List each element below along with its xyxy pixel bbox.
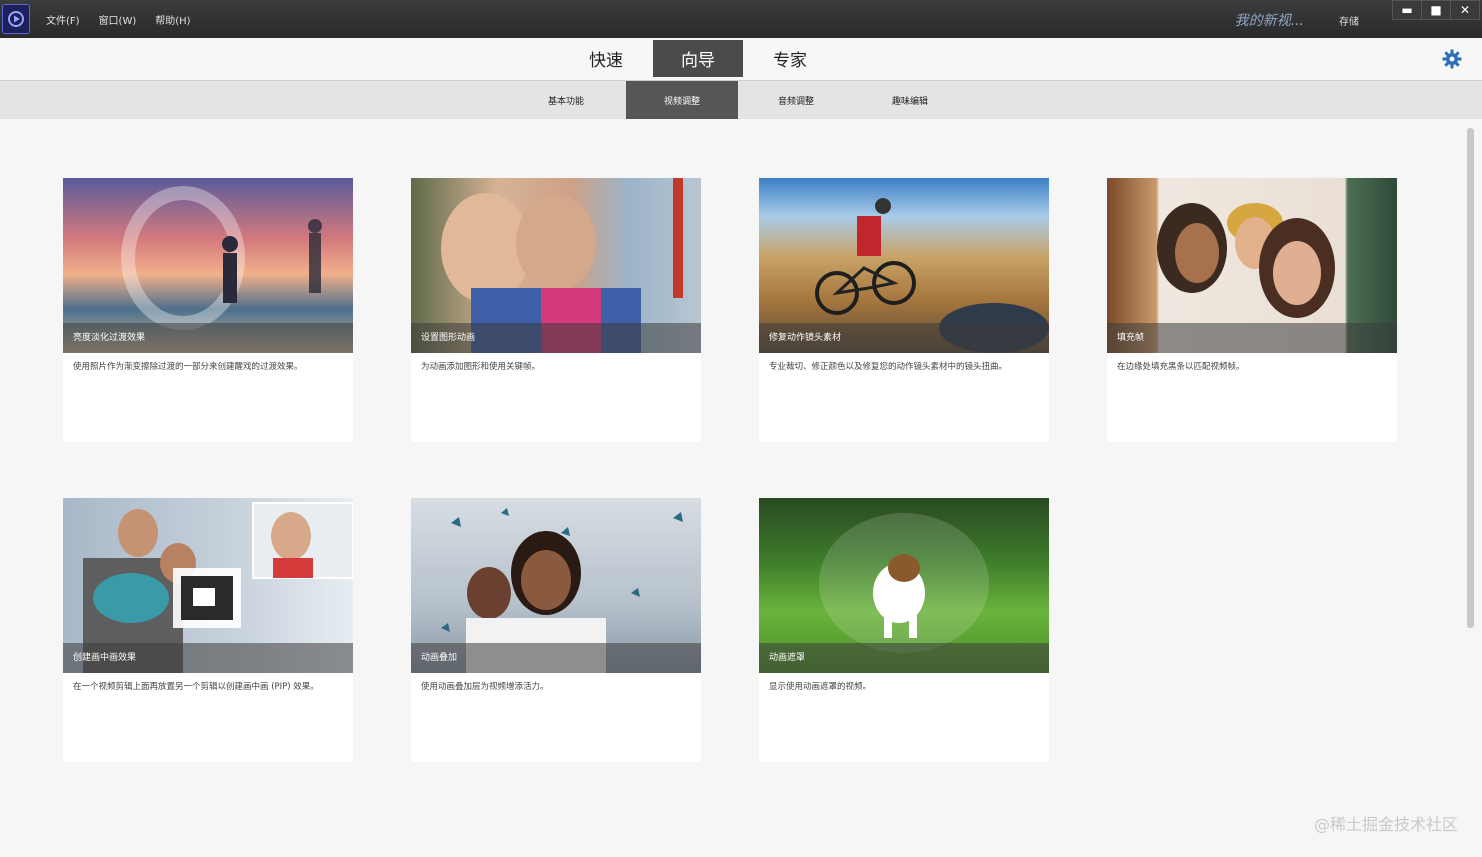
scrollbar[interactable] (1467, 128, 1474, 628)
card-description: 在一个视频剪辑上面再放置另一个剪辑以创建画中画 (PIP) 效果。 (73, 682, 319, 692)
save-button[interactable]: 存储 (1339, 13, 1359, 28)
watermark-text: @稀土掘金技术社区 (1313, 815, 1458, 834)
menu-bar: 文件(F) 窗口(W) 帮助(H) (46, 12, 210, 27)
maximize-button[interactable]: ■ (1421, 0, 1451, 20)
menu-window[interactable]: 窗口(W) (99, 12, 137, 27)
card-luma-fade[interactable]: 亮度淡化过渡效果 使用照片作为渐变擦除过渡的一部分来创建醒戏的过渡效果。 (63, 178, 353, 442)
subtab-audio-adjust[interactable]: 音频调整 (740, 81, 852, 119)
title-bar: 文件(F) 窗口(W) 帮助(H) 我的新视... 存储 ▬ ■ ✕ (0, 0, 1482, 38)
subtab-basic[interactable]: 基本功能 (510, 81, 622, 119)
card-description: 专业裁切、修正颜色以及修复您的动作镜头素材中的镜头扭曲。 (769, 362, 1008, 372)
menu-file[interactable]: 文件(F) (46, 12, 80, 27)
card-description: 使用照片作为渐变擦除过渡的一部分来创建醒戏的过渡效果。 (73, 362, 303, 372)
card-fill-frame[interactable]: 填充帧 在边缘处填充黑条以匹配视频帧。 (1107, 178, 1397, 442)
subtab-video-adjust[interactable]: 视频调整 (626, 81, 738, 119)
card-animated-overlay[interactable]: 动画叠加 使用动画叠加层为视频增添活力。 (411, 498, 701, 762)
subtab-fun-edit[interactable]: 趣味编辑 (854, 81, 966, 119)
card-description: 为动画添加图形和使用关键帧。 (421, 362, 541, 372)
card-animated-matte[interactable]: 动画遮罩 显示使用动画遮罩的视频。 (759, 498, 1049, 762)
tab-expert[interactable]: 专家 (745, 40, 835, 77)
card-animate-graphics[interactable]: 设置图形动画 为动画添加图形和使用关键帧。 (411, 178, 701, 442)
card-description: 使用动画叠加层为视频增添活力。 (421, 682, 549, 692)
card-fix-action-cam[interactable]: 修复动作镜头素材 专业裁切、修正颜色以及修复您的动作镜头素材中的镜头扭曲。 (759, 178, 1049, 442)
card-title: 动画叠加 (411, 643, 701, 673)
card-title: 设置图形动画 (411, 323, 701, 353)
card-title: 亮度淡化过渡效果 (63, 323, 353, 353)
menu-help[interactable]: 帮助(H) (155, 12, 190, 27)
card-title: 动画遮罩 (759, 643, 1049, 673)
tab-quick[interactable]: 快速 (561, 40, 651, 77)
project-title[interactable]: 我的新视... (1235, 10, 1304, 30)
card-title: 修复动作镜头素材 (759, 323, 1049, 353)
card-picture-in-picture[interactable]: 创建画中画效果 在一个视频剪辑上面再放置另一个剪辑以创建画中画 (PIP) 效果… (63, 498, 353, 762)
card-description: 在边缘处填充黑条以匹配视频帧。 (1117, 362, 1245, 372)
close-button[interactable]: ✕ (1450, 0, 1480, 20)
minimize-button[interactable]: ▬ (1392, 0, 1422, 20)
card-title: 创建画中画效果 (63, 643, 353, 673)
app-logo-icon[interactable] (2, 4, 30, 34)
window-controls: ▬ ■ ✕ (1392, 0, 1480, 20)
tab-guided[interactable]: 向导 (653, 40, 743, 77)
mode-bar: 快速 向导 专家 (0, 38, 1482, 81)
card-description: 显示使用动画遮罩的视频。 (769, 682, 872, 692)
gear-icon[interactable] (1442, 49, 1462, 69)
sub-tab-bar: 基本功能 视频调整 音频调整 趣味编辑 (0, 81, 1482, 119)
card-title: 填充帧 (1107, 323, 1397, 353)
